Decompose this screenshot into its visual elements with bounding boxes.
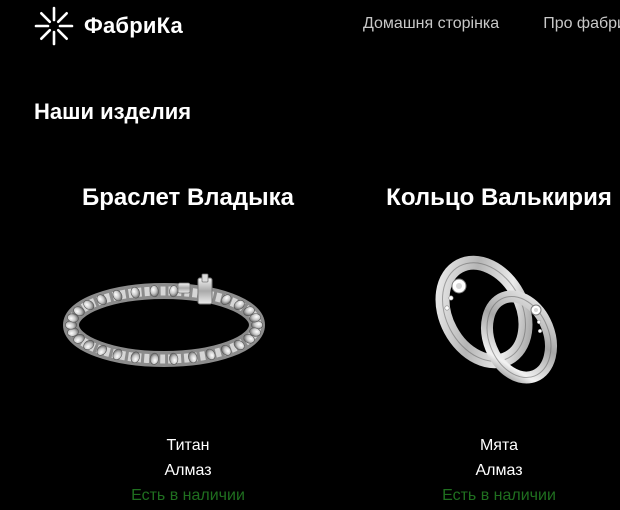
product-title: Браслет Владыка [81, 184, 294, 211]
page: ФабриКа Домашня сторінка Про фабрику Наш… [0, 0, 620, 510]
section-title: Наши изделия [34, 99, 192, 124]
product-metal: Титан [166, 437, 210, 454]
product-availability: Есть в наличии [442, 487, 556, 504]
product-stone: Алмаз [475, 462, 523, 479]
diamond-tennis-bracelet-image [63, 273, 265, 367]
starburst-icon [34, 6, 74, 46]
product-stone: Алмаз [164, 462, 212, 479]
product-metal: Мята [479, 437, 519, 454]
wedding-rings-pair-image [435, 255, 557, 384]
product-title: Кольцо Валькирия [386, 184, 612, 211]
nav-link-home[interactable]: Домашня сторінка [363, 15, 499, 33]
brand-name: ФабриКа [84, 13, 183, 38]
product-availability: Есть в наличии [131, 487, 245, 504]
nav-link-about[interactable]: Про фабрику [543, 15, 620, 33]
product-card-rings[interactable]: Кольцо Валькирия Мята Алмаз Есть в налич… [349, 180, 620, 510]
brand-logo-link[interactable]: ФабриКа [33, 5, 183, 47]
main-nav: Домашня сторінка Про фабрику [363, 15, 620, 33]
product-card-bracelet[interactable]: Браслет Владыка Титан Алмаз Есть в налич… [38, 180, 338, 510]
site-header: ФабриКа Домашня сторінка Про фабрику [0, 0, 620, 52]
